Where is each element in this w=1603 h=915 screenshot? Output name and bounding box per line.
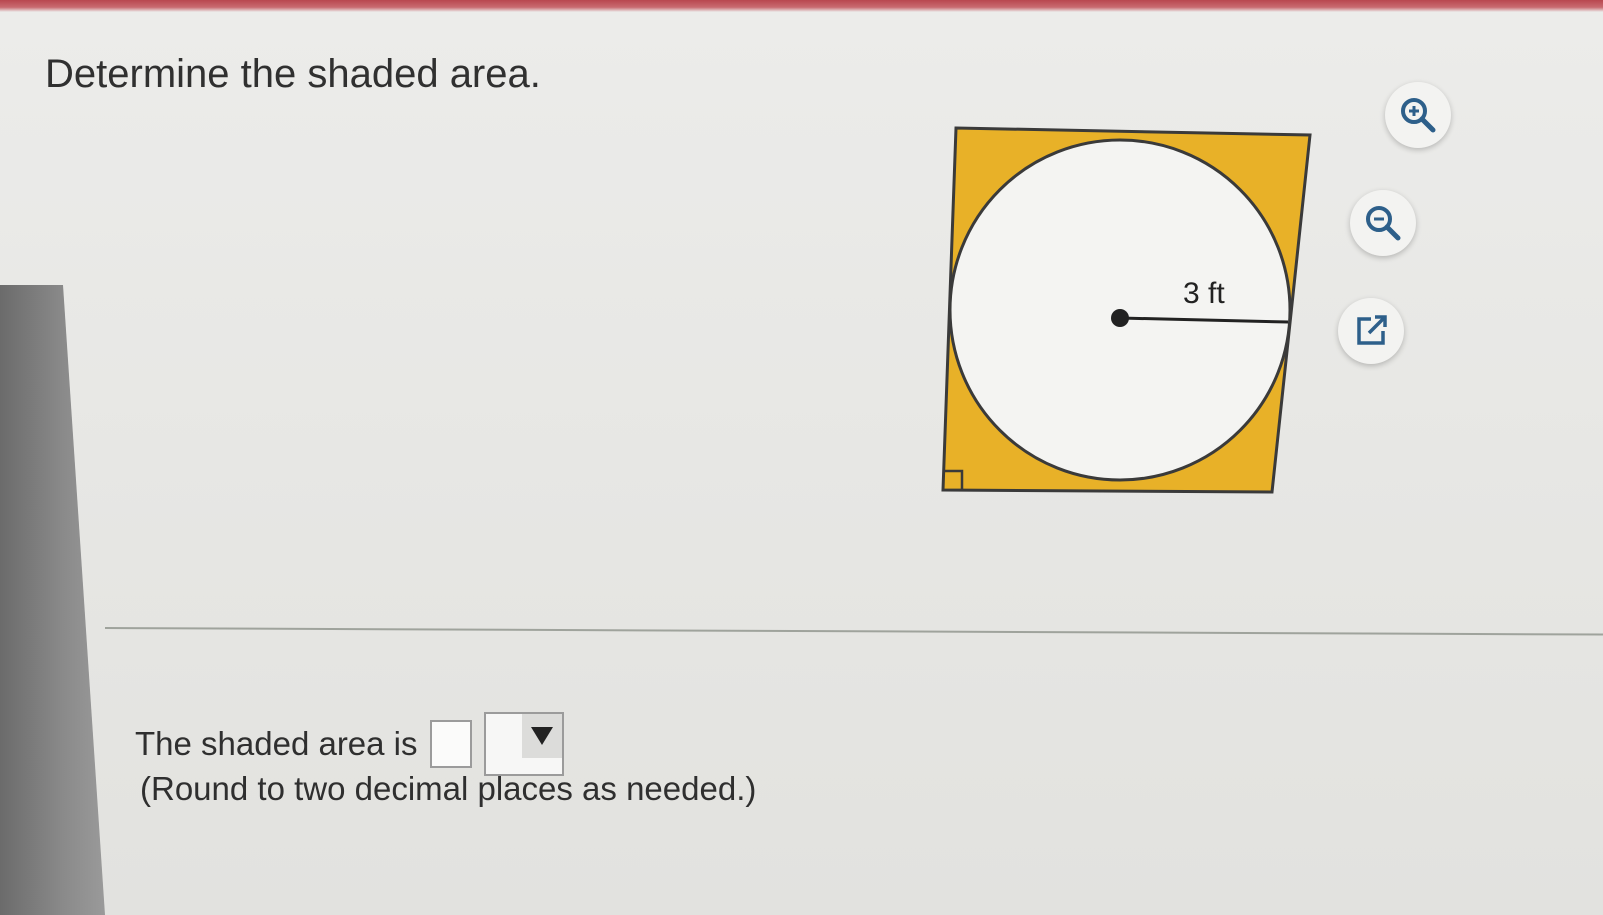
left-scroll-rail xyxy=(0,285,105,915)
shaded-area-figure: 3 ft xyxy=(941,126,1312,494)
question-prompt: Determine the shaded area. xyxy=(45,52,541,96)
rounding-hint: (Round to two decimal places as needed.) xyxy=(140,770,757,807)
zoom-in-icon xyxy=(1401,98,1436,133)
popout-button[interactable] xyxy=(1338,298,1404,364)
top-accent-bar xyxy=(0,0,1603,12)
answer-row: The shaded area is xyxy=(135,712,564,776)
zoom-out-button[interactable] xyxy=(1350,190,1416,256)
center-point xyxy=(1111,309,1129,327)
zoom-out-icon xyxy=(1366,206,1401,241)
dropdown-caret-icon xyxy=(521,714,562,758)
radius-label: 3 ft xyxy=(1183,277,1225,310)
popout-icon xyxy=(1357,315,1387,345)
section-divider xyxy=(104,627,1603,636)
answer-label: The shaded area is xyxy=(135,725,418,762)
zoom-in-button[interactable] xyxy=(1385,82,1451,148)
question-page: Determine the shaded area. 3 ft The shad… xyxy=(0,0,1603,915)
unit-dropdown[interactable] xyxy=(483,712,564,776)
answer-input[interactable] xyxy=(429,720,472,768)
